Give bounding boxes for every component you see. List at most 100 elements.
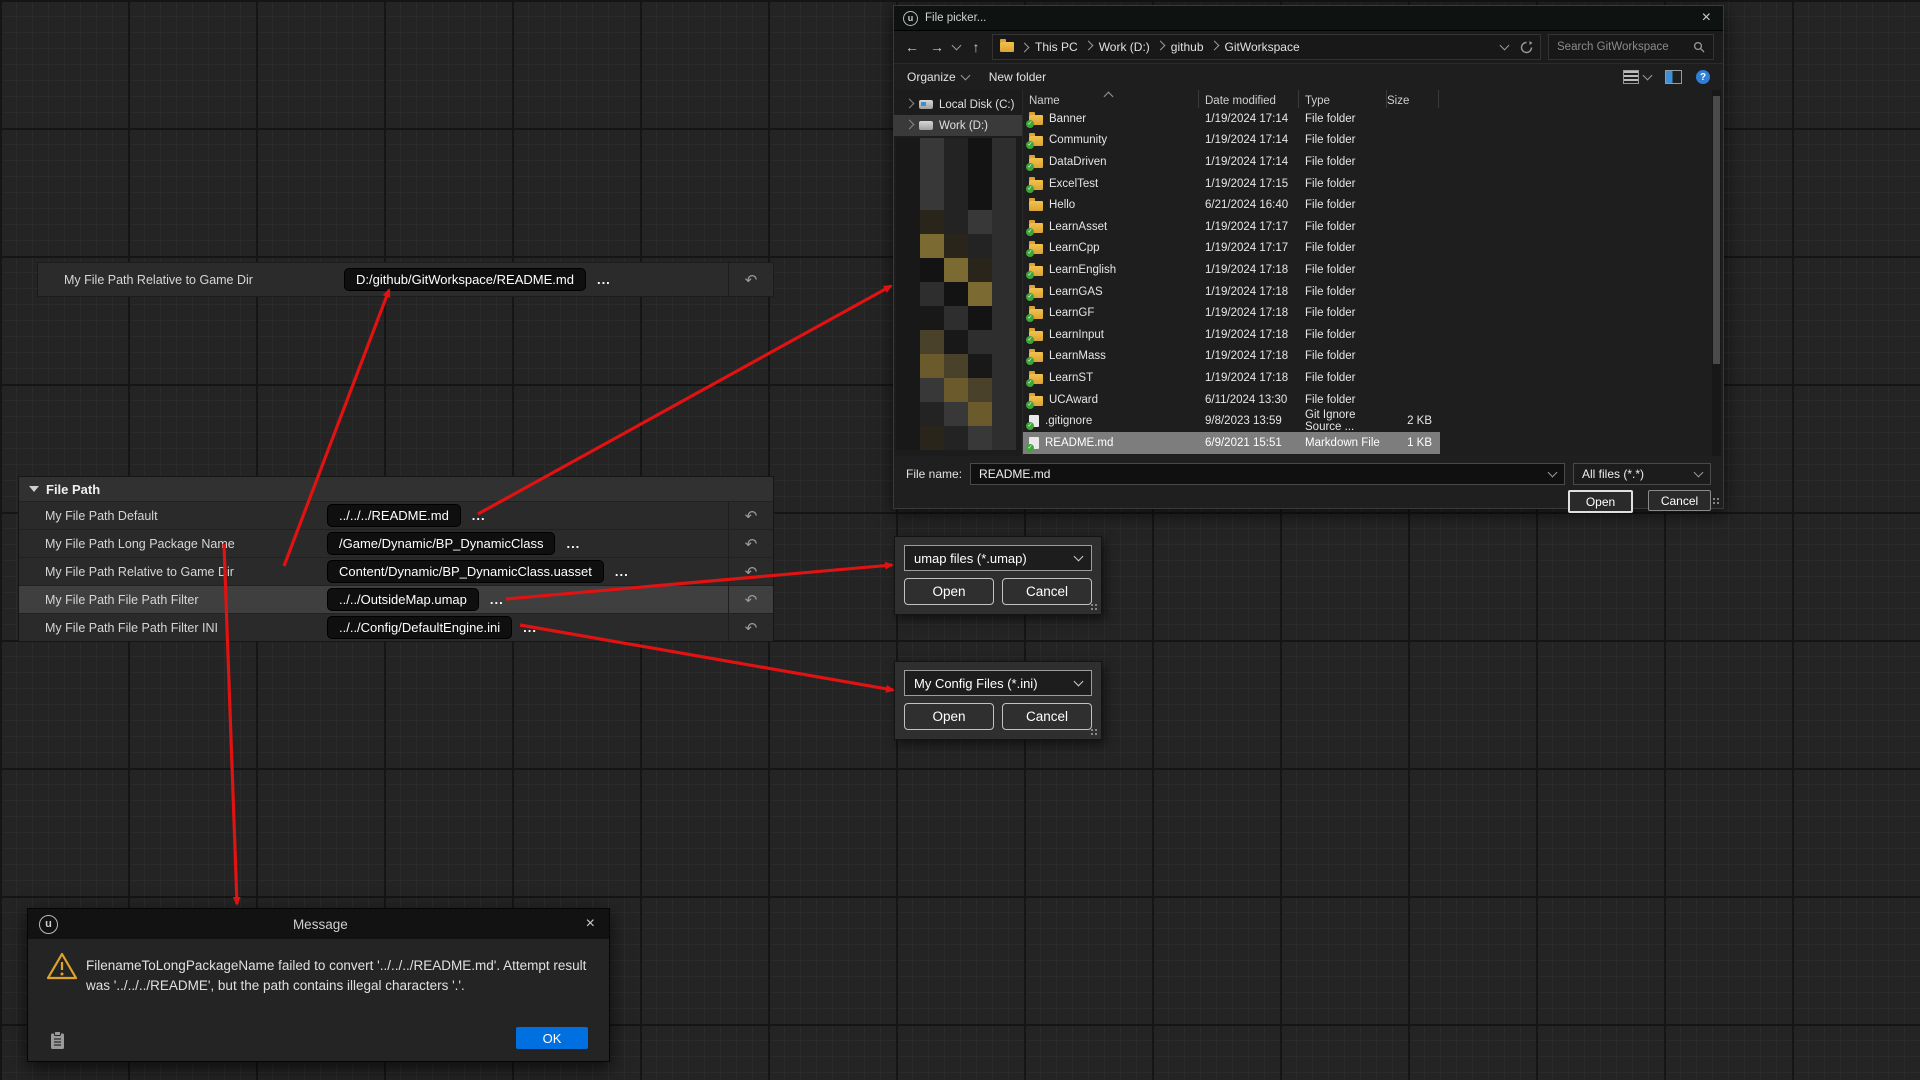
file-row[interactable]: LearnEnglish1/19/2024 17:18File folder [1023, 259, 1440, 281]
file-row[interactable]: LearnST1/19/2024 17:18File folder [1023, 367, 1440, 389]
column-header-type[interactable]: Type [1299, 90, 1387, 108]
close-icon[interactable]: × [1699, 10, 1714, 26]
cancel-button[interactable]: Cancel [1002, 703, 1092, 730]
help-icon[interactable]: ? [1696, 70, 1710, 84]
file-type-cell: File folder [1299, 156, 1387, 168]
file-date-cell: 1/19/2024 17:18 [1199, 264, 1299, 276]
file-row[interactable]: ExcelTest1/19/2024 17:15File folder [1023, 173, 1440, 195]
cancel-button[interactable]: Cancel [1002, 578, 1092, 605]
property-value-field[interactable]: ../../OutsideMap.umap [327, 588, 479, 611]
property-row[interactable]: My File Path Relative to Game DirContent… [19, 557, 773, 585]
file-row[interactable]: LearnMass1/19/2024 17:18File folder [1023, 346, 1440, 368]
reset-to-default-icon[interactable]: ↶ [729, 535, 773, 553]
refresh-icon[interactable] [1520, 41, 1533, 54]
file-row[interactable]: LearnCpp1/19/2024 17:17File folder [1023, 238, 1440, 260]
property-value-field[interactable]: /Game/Dynamic/BP_DynamicClass [327, 532, 555, 555]
breadcrumb-item[interactable]: GitWorkspace [1225, 40, 1300, 54]
expand-chevron-icon[interactable] [905, 98, 915, 108]
address-bar[interactable]: This PC Work (D:) github GitWorkspace [992, 34, 1541, 60]
browse-ellipsis-button[interactable]: ... [490, 592, 504, 607]
file-name-cell: Banner [1023, 113, 1199, 125]
breadcrumb-item[interactable]: github [1171, 40, 1204, 54]
file-path-group-header[interactable]: File Path [19, 477, 773, 501]
property-value-field[interactable]: Content/Dynamic/BP_DynamicClass.uasset [327, 560, 604, 583]
resize-grip[interactable] [1090, 728, 1099, 737]
folder-icon [1029, 201, 1043, 211]
browse-ellipsis-button[interactable]: ... [472, 508, 486, 523]
file-row[interactable]: Banner1/19/2024 17:14File folder [1023, 108, 1440, 130]
resize-grip[interactable] [1712, 497, 1721, 506]
recent-locations-chevron-icon[interactable] [952, 41, 962, 51]
file-picker-titlebar[interactable]: u File picker... × [894, 6, 1723, 31]
message-titlebar[interactable]: u Message × [28, 909, 609, 939]
umap-file-type-select[interactable]: umap files (*.umap) [904, 545, 1092, 571]
change-view-button[interactable] [1623, 70, 1651, 84]
search-input[interactable]: Search GitWorkspace [1548, 34, 1714, 60]
browse-ellipsis-button[interactable]: ... [615, 564, 629, 579]
ok-button[interactable]: OK [516, 1027, 588, 1049]
open-button[interactable]: Open [1568, 490, 1633, 513]
back-icon[interactable]: ← [903, 39, 921, 55]
file-row[interactable]: UCAward6/11/2024 13:30File folder [1023, 389, 1440, 411]
column-header-name[interactable]: Name [1023, 90, 1199, 108]
browse-ellipsis-button[interactable]: ... [566, 536, 580, 551]
property-value-field[interactable]: ../../../README.md [327, 504, 461, 527]
file-type-cell: File folder [1299, 372, 1387, 384]
reset-to-default-icon[interactable]: ↶ [729, 563, 773, 581]
file-name-input[interactable]: README.md [970, 463, 1565, 485]
reset-to-default-icon[interactable]: ↶ [729, 591, 773, 609]
forward-icon[interactable]: → [928, 39, 946, 55]
organize-button[interactable]: Organize [907, 70, 969, 84]
new-folder-button[interactable]: New folder [989, 70, 1046, 84]
property-value-field[interactable]: ../../Config/DefaultEngine.ini [327, 616, 512, 639]
browse-ellipsis-button[interactable]: ... [597, 272, 611, 287]
scrollbar-thumb[interactable] [1713, 96, 1720, 364]
file-row[interactable]: LearnGAS1/19/2024 17:18File folder [1023, 281, 1440, 303]
chevron-right-icon [1083, 41, 1093, 51]
file-date-cell: 6/11/2024 13:30 [1199, 394, 1299, 406]
reset-to-default-icon[interactable]: ↶ [729, 619, 773, 637]
browse-ellipsis-button[interactable]: ... [523, 620, 537, 635]
address-dropdown-chevron-icon[interactable] [1500, 41, 1510, 51]
expand-chevron-icon[interactable] [905, 119, 915, 129]
file-date-cell: 1/19/2024 17:17 [1199, 242, 1299, 254]
blurred-thumbnail [992, 330, 1016, 354]
sidebar-item-local-disk-c-[interactable]: Local Disk (C:) [894, 94, 1022, 115]
places-sidebar: Local Disk (C:)Work (D:) [894, 90, 1023, 456]
file-row[interactable]: Hello6/21/2024 16:40File folder [1023, 194, 1440, 216]
column-header-date-modified[interactable]: Date modified [1199, 90, 1299, 108]
preview-pane-icon[interactable] [1665, 70, 1682, 84]
ini-file-type-select[interactable]: My Config Files (*.ini) [904, 670, 1092, 696]
file-row[interactable]: LearnAsset1/19/2024 17:17File folder [1023, 216, 1440, 238]
breadcrumb-item[interactable]: Work (D:) [1099, 40, 1150, 54]
file-row[interactable]: README.md6/9/2021 15:51Markdown File1 KB [1023, 432, 1440, 454]
file-name-cell: UCAward [1023, 394, 1199, 406]
scrollbar[interactable] [1712, 90, 1721, 456]
copy-to-clipboard-icon[interactable] [50, 1031, 65, 1050]
file-row[interactable]: LearnGF1/19/2024 17:18File folder [1023, 302, 1440, 324]
resize-grip[interactable] [1090, 603, 1099, 612]
file-row[interactable]: DataDriven1/19/2024 17:14File folder [1023, 151, 1440, 173]
open-button[interactable]: Open [904, 703, 994, 730]
column-header-size[interactable]: Size [1387, 90, 1439, 108]
reset-to-default-icon[interactable]: ↶ [729, 507, 773, 525]
close-icon[interactable]: × [583, 916, 598, 932]
file-row[interactable]: Community1/19/2024 17:14File folder [1023, 130, 1440, 152]
breadcrumb-item[interactable]: This PC [1035, 40, 1078, 54]
file-row[interactable]: LearnInput1/19/2024 17:18File folder [1023, 324, 1440, 346]
collapse-triangle-icon[interactable] [29, 486, 39, 492]
sidebar-item-work-d-[interactable]: Work (D:) [894, 115, 1022, 136]
file-name-cell: Community [1023, 134, 1199, 146]
up-icon[interactable]: ↑ [967, 39, 985, 55]
property-row[interactable]: My File Path Default../../../README.md..… [19, 501, 773, 529]
file-row[interactable]: .gitignore9/8/2023 13:59Git Ignore Sourc… [1023, 410, 1440, 432]
property-row[interactable]: My File Path File Path Filter../../Outsi… [19, 585, 773, 613]
file-date-cell: 1/19/2024 17:15 [1199, 178, 1299, 190]
cancel-button[interactable]: Cancel [1648, 490, 1711, 511]
file-type-select[interactable]: All files (*.*) [1573, 463, 1711, 485]
property-row[interactable]: My File Path Long Package Name/Game/Dyna… [19, 529, 773, 557]
property-value-field[interactable]: D:/github/GitWorkspace/README.md [344, 268, 586, 291]
property-row[interactable]: My File Path File Path Filter INI../../C… [19, 613, 773, 641]
reset-to-default-icon[interactable]: ↶ [729, 271, 773, 289]
open-button[interactable]: Open [904, 578, 994, 605]
